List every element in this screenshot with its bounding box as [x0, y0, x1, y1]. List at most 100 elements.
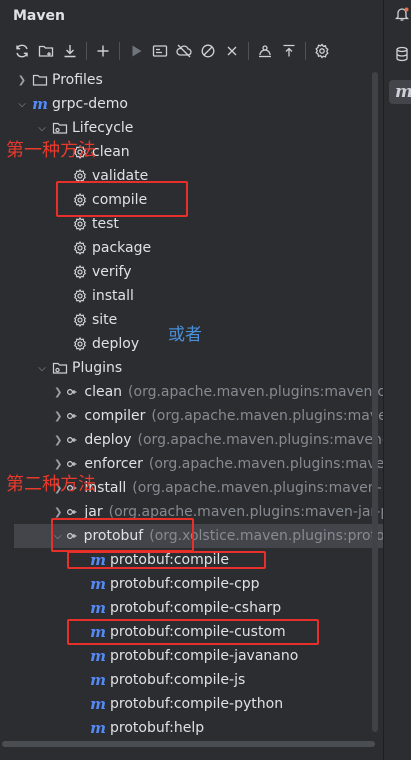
refresh-icon[interactable]	[10, 39, 34, 63]
horizontal-scrollbar-thumb[interactable]	[2, 741, 375, 747]
download-icon[interactable]	[58, 39, 82, 63]
lifecycle-item-install[interactable]: install	[0, 284, 383, 308]
plus-icon[interactable]	[91, 39, 115, 63]
highlight-box-protobuf-compile	[67, 551, 266, 569]
maven-goal-icon: m	[90, 599, 106, 617]
goal-item-protobuf-help[interactable]: m protobuf:help	[0, 716, 383, 738]
maven-goal-icon: m	[90, 671, 106, 689]
offline-icon[interactable]	[172, 39, 196, 63]
goal-item-protobuf-compile-js[interactable]: m protobuf:compile-js	[0, 668, 383, 692]
lifecycle-item-verify[interactable]: verify	[0, 260, 383, 284]
tree-node-profiles[interactable]: ❯ Profiles	[0, 68, 383, 92]
tree-node-label: grpc-demo	[52, 96, 128, 112]
tree-node-project[interactable]: ⌵ m grpc-demo	[0, 92, 383, 116]
tree-node-label: protobuf:compile-python	[110, 696, 284, 712]
tree-node-label: deploy	[92, 336, 140, 352]
tree-node-label: Lifecycle	[72, 120, 134, 136]
horizontal-scrollbar[interactable]	[0, 738, 383, 748]
plugin-icon	[64, 384, 80, 400]
goal-item-protobuf-compile-javanano[interactable]: m protobuf:compile-javanano	[0, 644, 383, 668]
folder-gear-icon	[52, 120, 68, 136]
chevron-right-icon[interactable]: ❯	[54, 384, 62, 400]
plugin-coordinates: (org.apache.maven.plugins:maven-in	[132, 480, 383, 496]
toolbar-separator	[86, 42, 87, 60]
tree-node-label: clean	[84, 384, 123, 400]
maven-goal-icon: m	[90, 575, 106, 593]
gear-icon	[72, 264, 88, 280]
add-folder-icon[interactable]	[34, 39, 58, 63]
plugin-icon	[64, 408, 80, 424]
vertical-scrollbar[interactable]	[372, 68, 380, 738]
tree-node-label: protobuf:compile-cpp	[110, 576, 260, 592]
annotation-method-two: 第二种方法	[6, 474, 96, 495]
goal-item-protobuf-compile-python[interactable]: m protobuf:compile-python	[0, 692, 383, 716]
database-icon[interactable]	[390, 42, 411, 66]
folder-gear-icon	[52, 360, 68, 376]
plugin-coordinates: (org.apache.maven.plugins:maven-cle	[128, 384, 383, 400]
maven-project-icon: m	[32, 95, 48, 113]
chevron-down-icon[interactable]: ⌵	[34, 120, 50, 136]
plugin-item-clean[interactable]: ❯ clean (org.apache.maven.plugins:maven-…	[0, 380, 383, 404]
plugin-coordinates: (org.apache.maven.plugins:maven-	[148, 456, 383, 472]
tool-window-header: Maven	[0, 0, 383, 32]
notifications-icon[interactable]	[390, 2, 411, 26]
plugin-coordinates: (org.apache.maven.plugins:maven-d	[137, 432, 383, 448]
tree-node-label: verify	[92, 264, 132, 280]
lifecycle-item-package[interactable]: package	[0, 236, 383, 260]
skip-tests-icon[interactable]	[196, 39, 220, 63]
tree-node-label: protobuf:compile-javanano	[110, 648, 299, 664]
plugin-item-deploy[interactable]: ❯ deploy (org.apache.maven.plugins:maven…	[0, 428, 383, 452]
maven-goal-icon: m	[90, 695, 106, 713]
run-icon[interactable]	[124, 39, 148, 63]
tree-node-label: Profiles	[52, 72, 103, 88]
tree-node-plugins[interactable]: ⌵ Plugins	[0, 356, 383, 380]
settings-icon[interactable]	[310, 39, 334, 63]
tree-node-label: package	[92, 240, 152, 256]
highlight-box-protobuf-plugin	[51, 518, 194, 552]
maven-toolbar	[0, 36, 383, 66]
chevron-down-icon[interactable]: ⌵	[14, 96, 30, 112]
chevron-right-icon[interactable]: ❯	[14, 72, 30, 88]
expand-all-icon[interactable]	[277, 39, 301, 63]
folder-icon	[32, 72, 48, 88]
goal-item-protobuf-compile-csharp[interactable]: m protobuf:compile-csharp	[0, 596, 383, 620]
tree-node-label: protobuf:help	[110, 720, 205, 736]
toolbar-separator	[305, 42, 306, 60]
highlight-box-protobuf-compile-custom	[67, 619, 319, 645]
plugin-icon	[64, 432, 80, 448]
tree-node-label: clean	[92, 144, 130, 160]
chevron-right-icon[interactable]: ❯	[54, 432, 62, 448]
gear-icon	[72, 288, 88, 304]
plugin-item-compiler[interactable]: ❯ compiler (org.apache.maven.plugins:mav…	[0, 404, 383, 428]
collapse-icon[interactable]	[220, 39, 244, 63]
highlight-box-lifecycle-compile	[56, 181, 188, 217]
tree-node-label: Plugins	[72, 360, 123, 376]
chevron-right-icon[interactable]: ❯	[54, 408, 62, 424]
maven-goal-icon: m	[90, 719, 106, 737]
gear-icon	[72, 216, 88, 232]
tree-node-label: test	[92, 216, 119, 232]
right-tool-strip: m	[384, 0, 411, 760]
tree-node-label: site	[92, 312, 118, 328]
tree-node-label: protobuf:compile-js	[110, 672, 246, 688]
gear-icon	[72, 336, 88, 352]
dependency-icon[interactable]	[253, 39, 277, 63]
toolbar-separator	[119, 42, 120, 60]
gear-icon	[72, 240, 88, 256]
tool-window-title: Maven	[13, 8, 65, 24]
tree-node-label: install	[92, 288, 134, 304]
vertical-scrollbar-thumb[interactable]	[372, 72, 378, 732]
gear-icon	[72, 312, 88, 328]
maven-goal-icon: m	[90, 647, 106, 665]
chevron-down-icon[interactable]: ⌵	[34, 360, 50, 376]
annotation-or: 或者	[168, 325, 202, 345]
maven-tool-icon[interactable]: m	[389, 80, 411, 104]
tree-node-label: compiler	[84, 408, 146, 424]
annotation-method-one: 第一种方法	[6, 140, 96, 161]
toolbar-separator	[248, 42, 249, 60]
maven-tool-window: Maven ❯ Profiles ⌵ m grpc-demo ⌵ Lifecyc…	[0, 0, 383, 760]
plugin-coordinates: (org.apache.maven.plugins:maven	[151, 408, 383, 424]
tree-node-label: deploy	[84, 432, 132, 448]
execute-goal-icon[interactable]	[148, 39, 172, 63]
goal-item-protobuf-compile-cpp[interactable]: m protobuf:compile-cpp	[0, 572, 383, 596]
